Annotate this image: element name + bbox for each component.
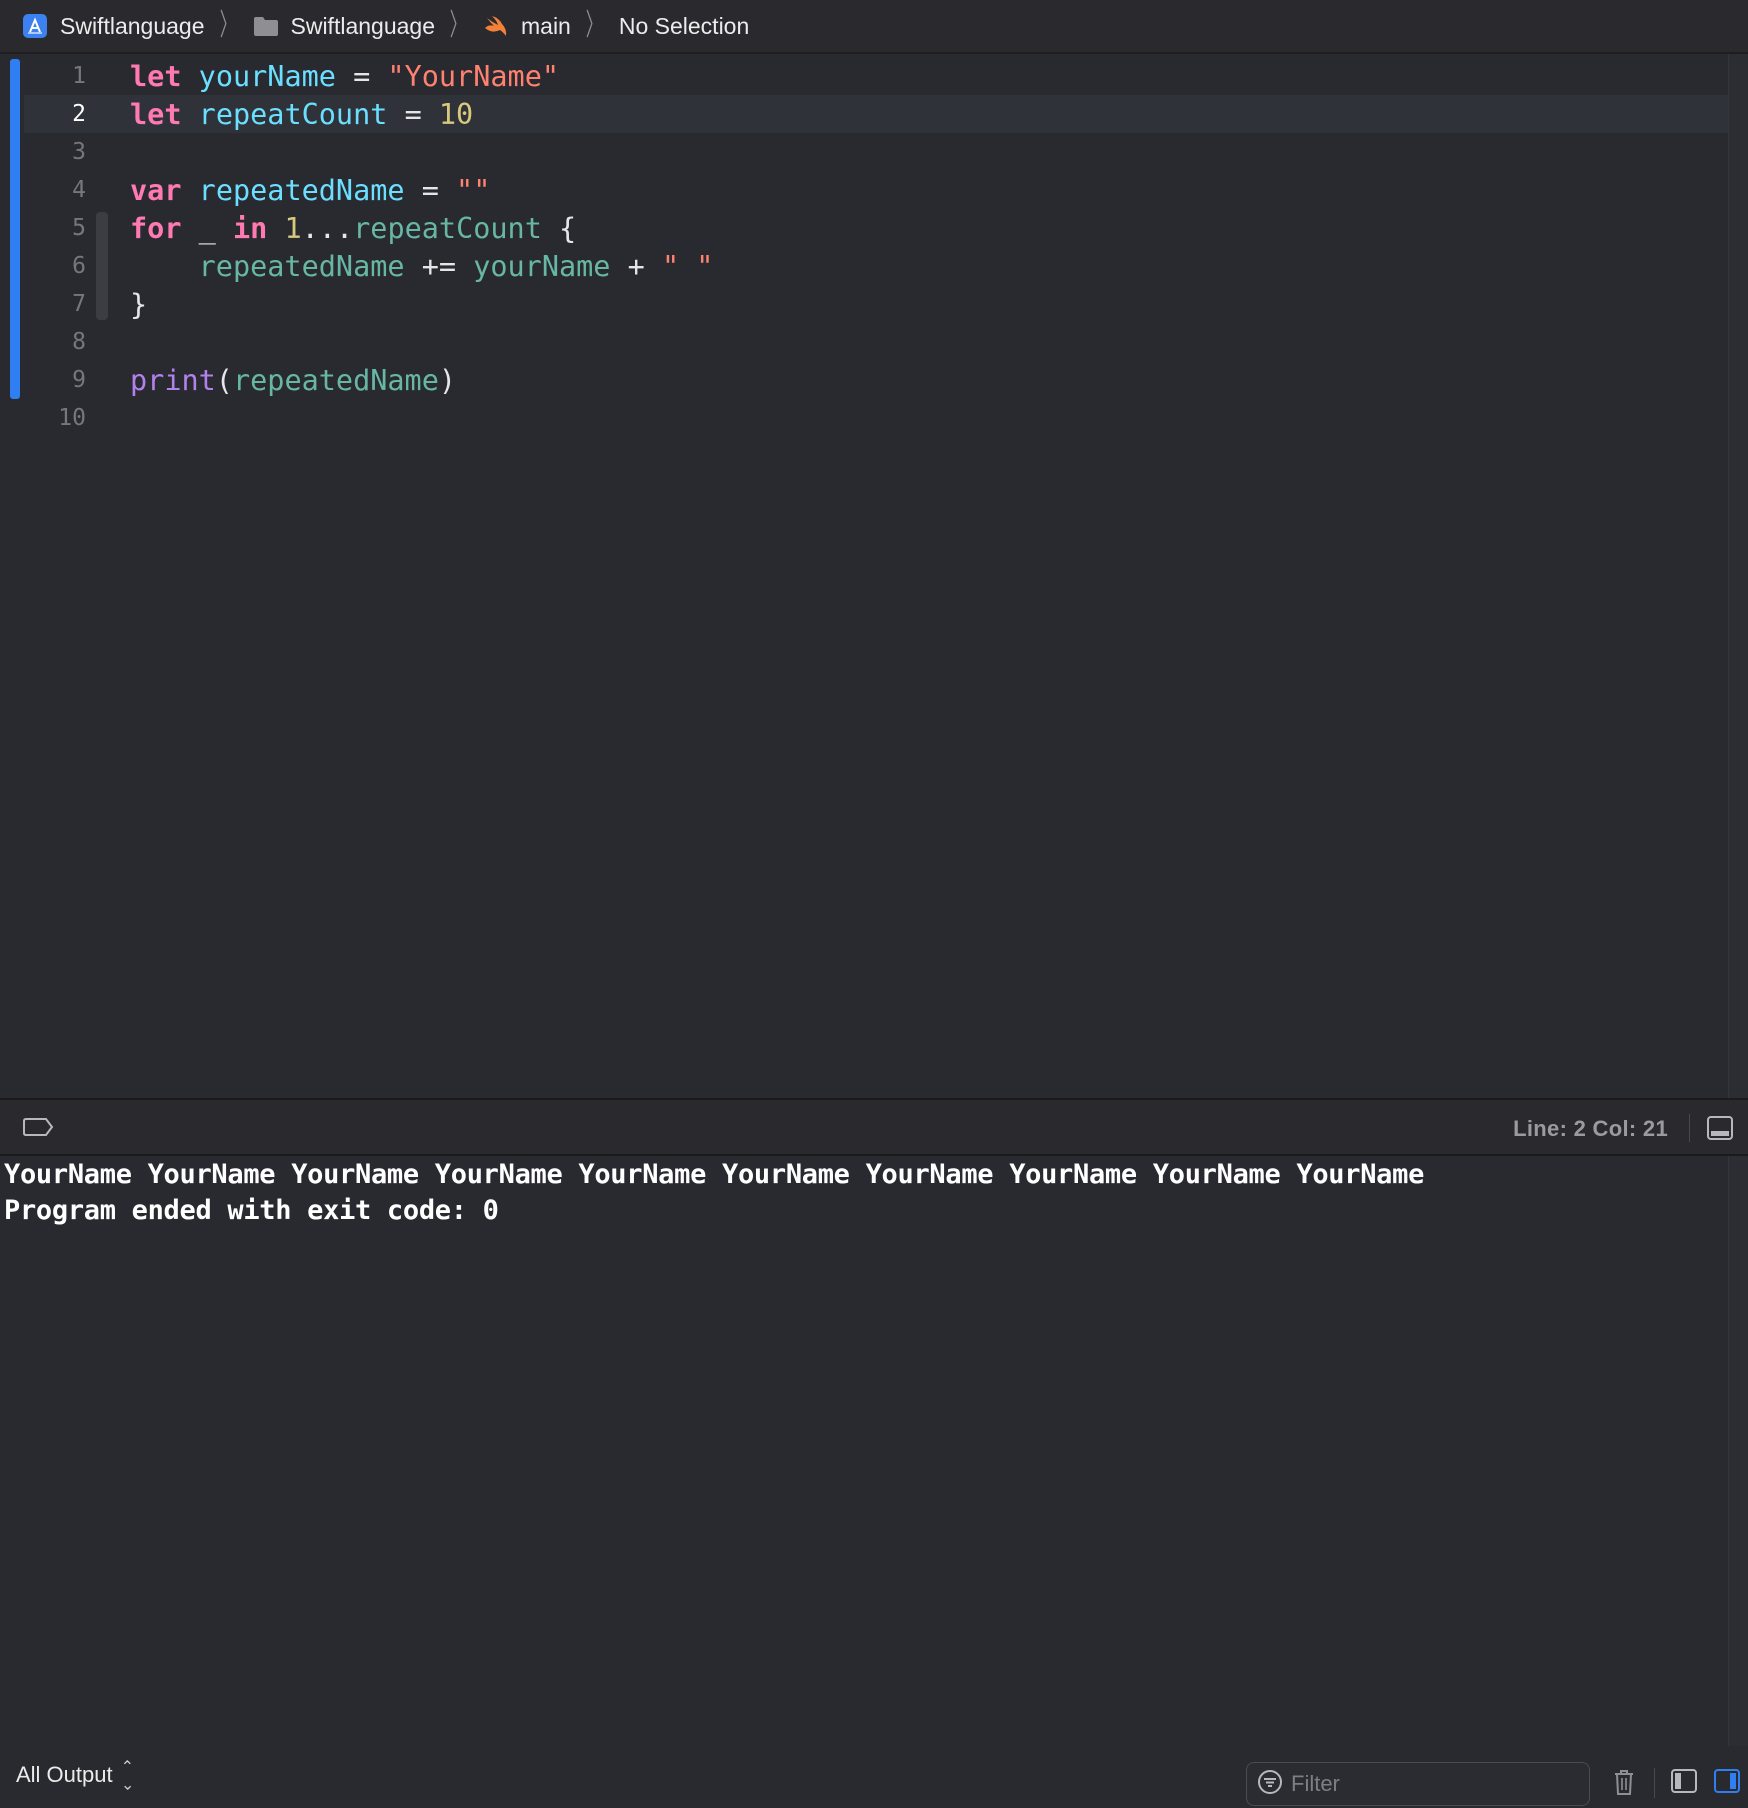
code-token: repeatedName (232, 363, 439, 397)
source-editor[interactable]: 1 let yourName = "YourName" 2 let repeatCou… (0, 54, 1748, 1098)
code-text: repeatedName += yourName + " " (130, 249, 714, 283)
line-number: 7 (72, 291, 86, 317)
code-text: var repeatedName = "" (130, 174, 490, 207)
chevron-right-icon: 〉 (449, 9, 467, 42)
code-token: in (232, 211, 268, 245)
editor-scrollbar[interactable] (1728, 54, 1748, 1098)
breadcrumb-selection-label: No Selection (618, 12, 750, 39)
code-token: 1 (284, 211, 302, 245)
breadcrumb-folder-label: Swiftlanguage (290, 12, 436, 39)
line-number: 1 (72, 63, 86, 89)
code-token: = (404, 173, 457, 207)
code-text: let repeatCount = 10 (130, 98, 473, 131)
console-scrollbar[interactable] (1728, 1156, 1748, 1746)
code-text: print(repeatedName) (130, 364, 456, 397)
filter-icon (1257, 1769, 1283, 1800)
code-token: print (130, 363, 216, 397)
console-exit-message: Program ended with exit code: 0 (4, 1195, 499, 1226)
line-number: 4 (72, 177, 86, 203)
code-line[interactable]: 6 repeatedName += yourName + " " (0, 247, 1700, 285)
filter-input[interactable] (1291, 1771, 1571, 1797)
code-line[interactable]: 8 (0, 323, 1700, 361)
line-number: 3 (72, 139, 86, 165)
breadcrumb-project[interactable]: Swiftlanguage (22, 0, 205, 52)
console-view-icon[interactable] (1713, 1768, 1741, 1799)
code-token: yourName (473, 249, 611, 283)
code-token: repeatedName (198, 249, 405, 283)
breadcrumb-file[interactable]: main (483, 0, 571, 52)
code-token: repeatedName (198, 173, 405, 207)
code-line[interactable]: 3 (0, 133, 1700, 171)
trash-icon[interactable] (1612, 1768, 1636, 1801)
code-line[interactable]: 7} (0, 285, 1700, 323)
code-text: for _ in 1...repeatCount { (130, 212, 576, 245)
code-text: let yourName = "YourName" (130, 60, 559, 93)
line-number: 10 (58, 405, 86, 431)
code-token: var (130, 173, 182, 207)
variables-view-icon[interactable] (1670, 1768, 1698, 1799)
code-token: "YourName" (387, 59, 560, 93)
code-line[interactable]: 10 (0, 399, 1700, 437)
line-number: 6 (72, 253, 86, 279)
divider (1654, 1768, 1655, 1798)
console-bottom-bar: All Output ⌃ ⌃ (0, 1746, 1748, 1808)
line-number: 9 (72, 367, 86, 393)
code-token: _ (181, 211, 233, 245)
chevron-right-icon: 〉 (585, 9, 603, 42)
debug-bar: Line: 2 Col: 21 (0, 1098, 1748, 1156)
console-output-line: YourName YourName YourName YourName Your… (4, 1159, 1425, 1190)
output-selector-label: All Output (16, 1762, 113, 1787)
line-column-indicator: Line: 2 Col: 21 (1513, 1116, 1668, 1141)
code-token: "" (456, 173, 491, 207)
code-token: let (130, 97, 182, 131)
code-token: = (335, 59, 388, 93)
code-token: { (541, 211, 577, 245)
line-number: 8 (72, 329, 86, 355)
code-token: ... (301, 211, 354, 245)
code-token: = (387, 97, 439, 131)
code-line[interactable]: 5 for _ in 1...repeatCount { (0, 209, 1700, 247)
swift-file-icon (483, 14, 509, 38)
updown-chevron-icon: ⌃ ⌃ (120, 1759, 135, 1791)
code-token: ) (438, 363, 457, 397)
breadcrumb-folder[interactable]: Swiftlanguage (253, 0, 436, 52)
code-token: repeatCount (353, 211, 542, 245)
code-text: } (130, 288, 147, 321)
code-line[interactable]: 4 var repeatedName = "" (0, 171, 1700, 209)
breakpoint-tag-icon[interactable] (22, 1116, 54, 1143)
divider (1689, 1114, 1690, 1142)
breadcrumb-project-label: Swiftlanguage (60, 12, 205, 39)
jump-bar: Swiftlanguage 〉 Swiftlanguage 〉 main 〉 N… (0, 0, 1748, 54)
line-number: 5 (72, 215, 86, 241)
code-token: for (130, 211, 182, 245)
chevron-right-icon: 〉 (219, 9, 236, 42)
code-token: += (404, 249, 474, 283)
code-line[interactable]: 1 let yourName = "YourName" (0, 57, 1700, 95)
code-line[interactable]: 9 print(repeatedName) (0, 361, 1700, 399)
code-token: repeatCount (198, 97, 388, 131)
xcode-project-icon (22, 13, 48, 39)
breadcrumb-file-label: main (521, 12, 571, 39)
code-token: " " (661, 249, 714, 283)
filter-field[interactable] (1246, 1762, 1590, 1806)
hide-debug-area-icon[interactable] (1706, 1114, 1734, 1147)
line-number: 2 (72, 101, 86, 127)
code-token: ( (215, 363, 233, 397)
code-line[interactable]: 2 let repeatCount = 10 (0, 95, 1700, 133)
code-token: let (130, 59, 182, 93)
code-token: 10 (438, 97, 474, 131)
output-selector[interactable]: All Output ⌃ ⌃ (16, 1759, 135, 1791)
code-token: } (130, 287, 148, 321)
code-token: yourName (198, 59, 336, 93)
breadcrumb-selection[interactable]: No Selection (619, 0, 749, 52)
console-area[interactable]: YourName YourName YourName YourName Your… (0, 1156, 1748, 1746)
code-token: + (610, 249, 662, 283)
folder-icon (253, 15, 279, 37)
